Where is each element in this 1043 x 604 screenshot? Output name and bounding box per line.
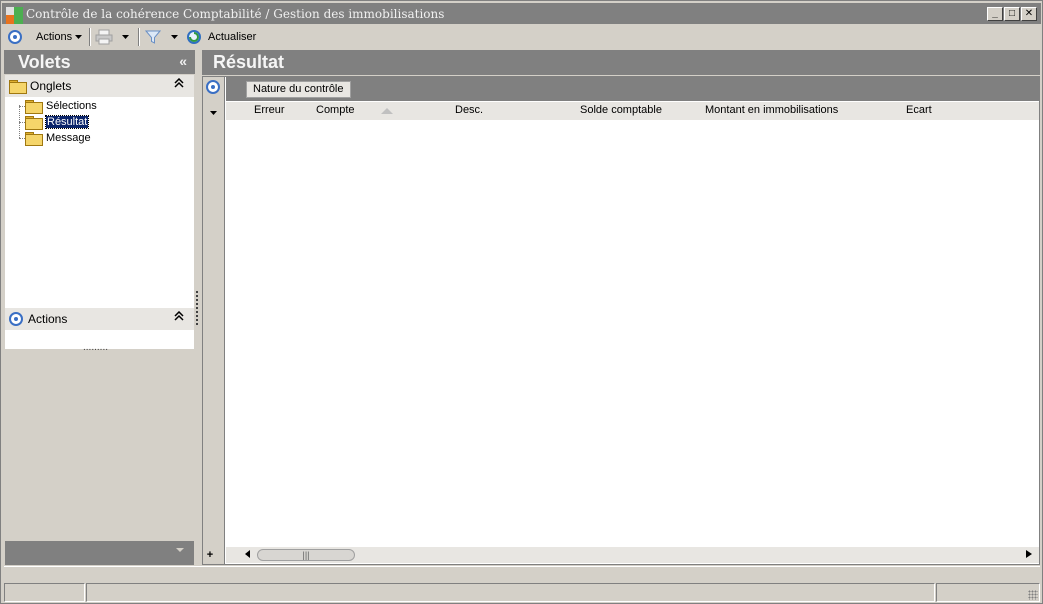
result-grid: Nature du contrôle Erreur Compte Desc. S…: [202, 76, 1040, 565]
separator-line: [4, 566, 1040, 582]
grid-target-icon[interactable]: [206, 80, 220, 94]
result-header: Résultat: [202, 50, 1040, 75]
actions-section-label: Actions: [28, 312, 68, 326]
onglets-section-label: Onglets: [30, 79, 72, 93]
onglets-section-header[interactable]: Onglets: [5, 75, 194, 97]
maximize-button[interactable]: □: [1004, 7, 1020, 21]
close-button[interactable]: ✕: [1021, 7, 1037, 21]
print-button[interactable]: [95, 28, 113, 46]
chevron-down-icon[interactable]: [176, 548, 184, 552]
volets-title: Volets: [18, 52, 71, 72]
column-header-erreur[interactable]: Erreur: [254, 104, 285, 116]
actions-target-icon[interactable]: [8, 28, 22, 46]
refresh-label: Actualiser: [208, 31, 257, 43]
right-pane: Résultat Nature du contrôle Erreur Compt…: [202, 50, 1040, 565]
toolbar-separator: [138, 28, 140, 46]
actions-menu-label: Actions: [36, 31, 73, 43]
scroll-right-button[interactable]: [1023, 548, 1035, 562]
minimize-button[interactable]: _: [987, 7, 1003, 21]
tree-item-label: Sélections: [46, 100, 97, 112]
group-by-bar[interactable]: Nature du contrôle: [226, 77, 1039, 101]
window-title: Contrôle de la cohérence Comptabilité / …: [26, 7, 445, 21]
filter-button[interactable]: [145, 28, 161, 46]
column-header-montant-immobilisations[interactable]: Montant en immobilisations: [705, 104, 838, 116]
app-window: Contrôle de la cohérence Comptabilité / …: [0, 0, 1043, 604]
filter-dropdown-button[interactable]: [170, 28, 179, 46]
chevron-down-icon[interactable]: [209, 109, 218, 117]
status-cell: [936, 583, 1040, 602]
result-title: Résultat: [213, 52, 285, 72]
expand-plus-icon[interactable]: +: [204, 548, 216, 562]
section-splitter[interactable]: [5, 342, 194, 356]
folder-icon: [25, 132, 43, 146]
column-header-solde-comptable[interactable]: Solde comptable: [580, 104, 662, 116]
actions-target-icon: [9, 312, 23, 326]
resize-grip-icon[interactable]: [1028, 590, 1038, 600]
column-header-compte[interactable]: Compte: [316, 104, 355, 116]
filter-funnel-icon: [145, 30, 161, 44]
left-pane: Volets « Onglets Sélections Résultat Mes…: [4, 50, 195, 565]
app-logo-icon: [6, 7, 23, 24]
refresh-button[interactable]: Actualiser: [186, 28, 256, 46]
tree-item-label: Message: [46, 132, 91, 144]
folder-icon: [25, 100, 43, 114]
dropdown-arrow-icon: [122, 35, 129, 39]
title-bar[interactable]: Contrôle de la cohérence Comptabilité / …: [2, 3, 1041, 24]
pane-footer-bar[interactable]: [5, 541, 194, 565]
volets-header: Volets «: [4, 50, 195, 74]
grid-column-header: Erreur Compte Desc. Solde comptable Mont…: [226, 102, 1039, 120]
toolbar: Actions Actualiser: [2, 25, 1041, 49]
grid-row-selector-column: [203, 77, 225, 564]
scroll-left-button[interactable]: [242, 548, 254, 562]
group-by-chip[interactable]: Nature du contrôle: [246, 81, 351, 98]
dropdown-arrow-icon: [75, 35, 83, 39]
sort-ascending-icon: [381, 108, 393, 114]
print-dropdown-button[interactable]: [121, 28, 130, 46]
printer-icon: [95, 29, 113, 45]
status-cell: [86, 583, 935, 602]
collapse-section-icon[interactable]: [174, 77, 184, 91]
pane-splitter[interactable]: [196, 291, 198, 325]
column-header-ecart[interactable]: Ecart: [906, 104, 932, 116]
actions-section-header[interactable]: Actions: [5, 308, 194, 330]
tree-item-resultat[interactable]: Résultat: [25, 114, 90, 130]
tree-item-selections[interactable]: Sélections: [25, 98, 97, 114]
open-folder-icon: [25, 116, 43, 130]
refresh-icon: [187, 30, 201, 44]
actions-menu-button[interactable]: Actions: [36, 28, 83, 46]
dropdown-arrow-icon: [171, 35, 178, 39]
scroll-thumb[interactable]: |||: [257, 549, 355, 561]
status-bar: [4, 583, 1040, 602]
status-cell: [4, 583, 85, 602]
tree-item-message[interactable]: Message: [25, 130, 91, 146]
tree-item-label: Résultat: [44, 115, 90, 129]
horizontal-scrollbar[interactable]: + |||: [207, 547, 1039, 563]
column-header-desc[interactable]: Desc.: [455, 104, 483, 116]
folder-icon: [9, 80, 27, 94]
collapse-section-icon[interactable]: [174, 310, 184, 324]
toolbar-separator: [89, 28, 91, 46]
collapse-pane-icon[interactable]: «: [179, 50, 187, 72]
